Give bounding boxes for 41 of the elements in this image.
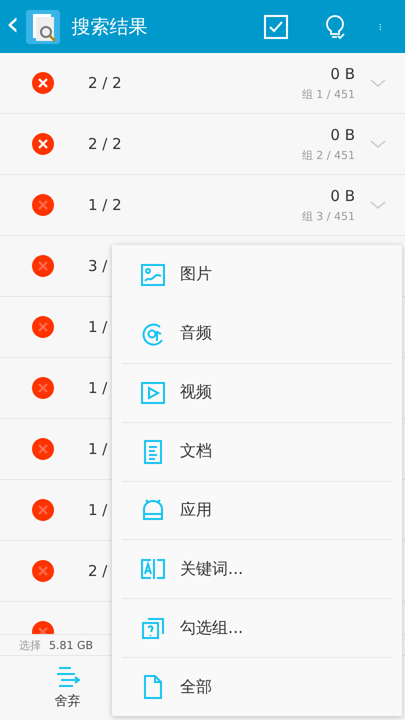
remove-icon[interactable] [31, 376, 55, 400]
menu-item[interactable]: 视频 [122, 362, 392, 422]
remove-icon[interactable] [31, 437, 55, 461]
file-count: 2 / 2 [88, 135, 122, 153]
menu-item[interactable]: 文档 [122, 422, 392, 480]
remove-icon[interactable] [31, 193, 55, 217]
group-size: 0 B [330, 126, 355, 144]
remove-icon[interactable] [31, 132, 55, 156]
remove-icon[interactable] [31, 71, 55, 95]
app-logo-icon [26, 10, 60, 44]
menu-item[interactable]: 勾选组... [122, 598, 392, 658]
file-count: 1 / [88, 379, 108, 397]
selection-size: 5.81 GB [49, 638, 94, 652]
menu-item[interactable]: 全部 [122, 657, 392, 716]
group-size: 0 B [330, 64, 355, 82]
remove-icon[interactable] [31, 315, 55, 339]
image-icon [140, 262, 166, 288]
question-box-icon [140, 615, 166, 642]
lines-icon [54, 666, 80, 688]
play-icon [140, 380, 166, 406]
menu-item[interactable]: 应用 [122, 480, 392, 540]
group-index: 组 2 / 451 [302, 148, 355, 162]
file-count: 1 / [88, 501, 108, 519]
window-title: 搜索结果 [72, 14, 149, 40]
remove-icon[interactable] [31, 559, 55, 583]
remove-icon[interactable] [31, 254, 55, 278]
group-size: 0 B [330, 186, 355, 204]
menu-item[interactable]: 音频 [122, 304, 392, 363]
file-count: 2 / [88, 562, 108, 580]
file-count: 1 / [88, 318, 108, 336]
file-count: 1 / 2 [88, 196, 122, 214]
remove-icon[interactable] [31, 498, 55, 522]
menu-item[interactable]: 关键词... [122, 539, 392, 598]
menu-item[interactable]: 图片 [122, 245, 392, 304]
file-count: 2 / 2 [88, 74, 122, 92]
checkbox-icon[interactable] [263, 14, 289, 40]
file-count: 1 / [88, 440, 108, 458]
selection-label: 选择 [19, 638, 41, 652]
file-count: 3 / [88, 257, 108, 275]
group-index: 组 3 / 451 [302, 208, 355, 224]
group-index: 组 1 / 451 [302, 86, 355, 102]
